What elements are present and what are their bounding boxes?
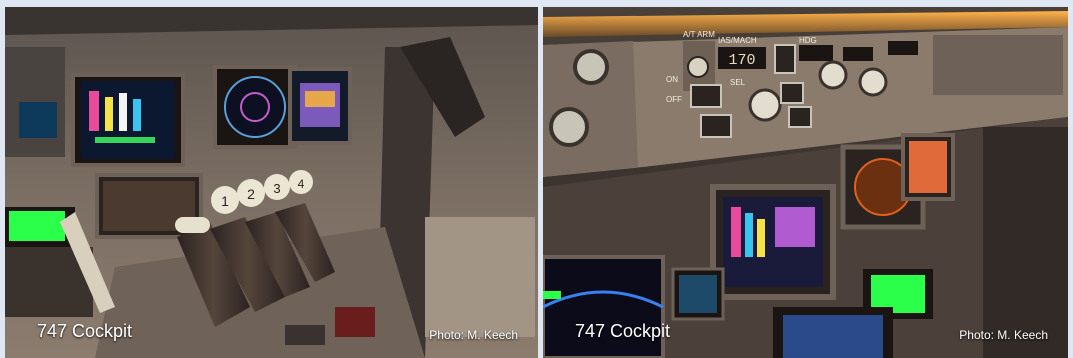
svg-text:4: 4 — [298, 177, 305, 191]
mcp-button[interactable] — [774, 44, 796, 74]
svg-text:1: 1 — [221, 193, 229, 209]
photo-credit: Photo: M. Keech — [959, 328, 1048, 342]
altitude-knob[interactable] — [858, 67, 888, 97]
cockpit-photo-left: 1 2 3 4 747 Cockpit Photo: M. Keech — [5, 7, 538, 358]
cockpit-photo-right: A/T ARM OFF ON IAS/MACH 170 SEL HDG 747 … — [543, 7, 1068, 358]
navigation-display — [224, 76, 286, 138]
throttle-knob-3: 3 — [264, 174, 290, 200]
heading-knob[interactable] — [818, 60, 848, 90]
cdu-screen-left — [9, 211, 65, 241]
svg-text:HDG: HDG — [799, 36, 817, 45]
svg-text:2: 2 — [247, 186, 255, 202]
mcp-button[interactable] — [788, 106, 812, 128]
svg-text:ON: ON — [666, 75, 678, 84]
photo-credit: Photo: M. Keech — [429, 328, 518, 342]
throttle-knob-4: 4 — [289, 170, 313, 194]
throttle-quadrant-scene: 1 2 3 4 — [5, 7, 538, 358]
svg-text:A/T ARM: A/T ARM — [683, 30, 715, 39]
small-display-left — [19, 102, 57, 138]
svg-text:OFF: OFF — [666, 95, 682, 104]
mcp-button[interactable] — [690, 84, 722, 108]
mode-control-panel-scene: A/T ARM OFF ON IAS/MACH 170 SEL HDG — [543, 7, 1068, 358]
heading-window — [799, 45, 833, 61]
photo-title: 747 Cockpit — [37, 321, 133, 341]
photo-title: 747 Cockpit — [575, 321, 671, 341]
svg-text:SEL: SEL — [730, 78, 746, 87]
throttle-knob-2: 2 — [237, 179, 265, 207]
mcp-button[interactable] — [780, 82, 804, 104]
attitude-display — [543, 255, 665, 358]
svg-text:IAS/MACH: IAS/MACH — [718, 36, 757, 45]
svg-text:3: 3 — [273, 181, 280, 196]
mcp-button[interactable] — [700, 114, 732, 138]
speed-knob[interactable] — [748, 88, 782, 122]
svg-text:170: 170 — [728, 52, 755, 69]
throttle-knob-1: 1 — [211, 186, 239, 214]
